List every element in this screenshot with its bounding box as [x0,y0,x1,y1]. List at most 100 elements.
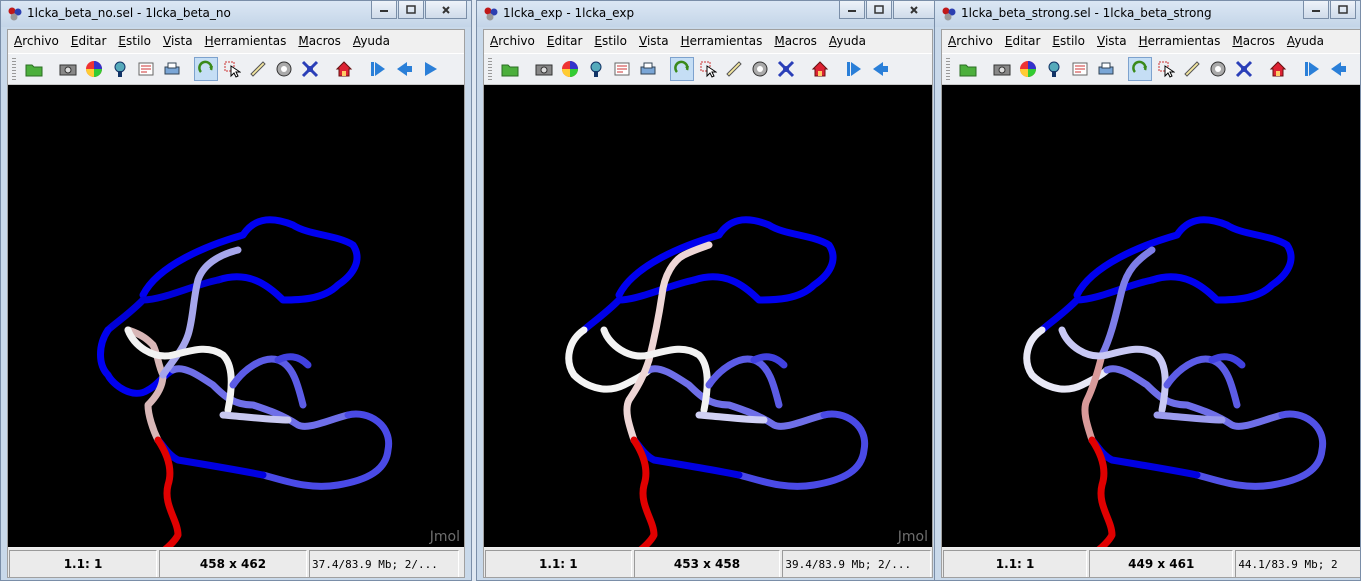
jmol-window-1: 1lcka_beta_no.sel - 1lcka_beta_no Archiv… [0,0,472,581]
menu-archivo[interactable]: Archivo [484,34,541,48]
jmol-watermark: Jmol [429,529,460,545]
menu-editar[interactable]: Editar [999,34,1047,48]
menu-editar[interactable]: Editar [65,34,113,48]
menu-bar: Archivo Editar Estilo Vista Herramientas… [8,30,464,52]
close-button[interactable] [425,1,467,19]
select-pointer-icon[interactable] [1154,57,1178,81]
protein-ribbon-render[interactable] [484,85,933,547]
toolbar [8,53,464,85]
minimize-button[interactable] [1303,1,1329,19]
menu-herramientas[interactable]: Herramientas [199,34,293,48]
rotate-icon[interactable] [194,57,218,81]
ruler-icon[interactable] [722,57,746,81]
jmol-app-icon [8,7,22,21]
jmol-window-2: 1lcka_exp - 1lcka_exp Archivo Editar Est… [476,0,940,581]
maximize-button[interactable] [398,1,424,19]
menu-macros[interactable]: Macros [1226,34,1281,48]
menu-estilo[interactable]: Estilo [588,34,633,48]
script-editor-icon[interactable] [134,57,158,81]
rotate-icon[interactable] [1128,57,1152,81]
rotate-icon[interactable] [670,57,694,81]
title-bar[interactable]: 1lcka_beta_no.sel - 1lcka_beta_no [1,1,471,27]
help-icon[interactable] [584,57,608,81]
script-editor-icon[interactable] [1068,57,1092,81]
print-icon[interactable] [160,57,184,81]
play-icon[interactable] [418,57,442,81]
molecule-viewer[interactable]: Jmol [484,85,932,547]
pick-center-icon[interactable] [1232,57,1256,81]
color-wheel-icon[interactable] [1016,57,1040,81]
menu-macros[interactable]: Macros [292,34,347,48]
menu-archivo[interactable]: Archivo [942,34,999,48]
first-frame-icon[interactable] [366,57,390,81]
window-title: 1lcka_beta_strong.sel - 1lcka_beta_stron… [961,6,1212,20]
home-icon[interactable] [332,57,356,81]
ruler-icon[interactable] [1180,57,1204,81]
title-bar[interactable]: 1lcka_exp - 1lcka_exp [477,1,939,27]
script-editor-icon[interactable] [610,57,634,81]
camera-icon[interactable] [990,57,1014,81]
spin-icon[interactable] [748,57,772,81]
previous-frame-icon[interactable] [868,57,892,81]
color-wheel-icon[interactable] [82,57,106,81]
toolbar-grip[interactable] [12,58,16,80]
frame-indicator: 1.1: 1 [9,550,157,577]
help-icon[interactable] [1042,57,1066,81]
menu-ayuda[interactable]: Ayuda [1281,34,1330,48]
pick-center-icon[interactable] [774,57,798,81]
menu-vista[interactable]: Vista [1091,34,1133,48]
open-folder-icon[interactable] [22,57,46,81]
molecule-viewer[interactable]: Jmol [8,85,464,547]
menu-archivo[interactable]: Archivo [8,34,65,48]
previous-frame-icon[interactable] [1326,57,1350,81]
print-icon[interactable] [636,57,660,81]
menu-editar[interactable]: Editar [541,34,589,48]
first-frame-icon[interactable] [1300,57,1324,81]
protein-ribbon-render[interactable] [8,85,465,547]
menu-bar: Archivo Editar Estilo Vista Herramientas… [484,30,932,52]
viewer-size: 449 x 461 [1089,550,1234,577]
title-bar[interactable]: 1lcka_beta_strong.sel - 1lcka_beta_stron… [935,1,1360,27]
molecule-viewer[interactable] [942,85,1361,547]
home-icon[interactable] [1266,57,1290,81]
print-icon[interactable] [1094,57,1118,81]
color-wheel-icon[interactable] [558,57,582,81]
ruler-icon[interactable] [246,57,270,81]
minimize-button[interactable] [371,1,397,19]
menu-herramientas[interactable]: Herramientas [1133,34,1227,48]
select-pointer-icon[interactable] [696,57,720,81]
camera-icon[interactable] [56,57,80,81]
select-pointer-icon[interactable] [220,57,244,81]
menu-ayuda[interactable]: Ayuda [823,34,872,48]
previous-frame-icon[interactable] [392,57,416,81]
memory-usage: 39.4/83.9 Mb; 2/... [782,550,932,577]
maximize-button[interactable] [866,1,892,19]
menu-vista[interactable]: Vista [157,34,199,48]
home-icon[interactable] [808,57,832,81]
close-button[interactable] [893,1,935,19]
menu-macros[interactable]: Macros [768,34,823,48]
jmol-watermark: Jmol [897,529,928,545]
minimize-button[interactable] [839,1,865,19]
help-icon[interactable] [108,57,132,81]
spin-icon[interactable] [272,57,296,81]
status-bar: 1.1: 1 453 x 458 39.4/83.9 Mb; 2/... [484,548,932,577]
protein-ribbon-render[interactable] [942,85,1361,547]
first-frame-icon[interactable] [842,57,866,81]
maximize-button[interactable] [1330,1,1356,19]
status-bar: 1.1: 1 458 x 462 37.4/83.9 Mb; 2/... [8,548,464,577]
viewer-size: 453 x 458 [633,550,781,577]
toolbar-grip[interactable] [488,58,492,80]
spin-icon[interactable] [1206,57,1230,81]
jmol-app-icon [484,7,498,21]
camera-icon[interactable] [532,57,556,81]
menu-vista[interactable]: Vista [633,34,675,48]
open-folder-icon[interactable] [498,57,522,81]
open-folder-icon[interactable] [956,57,980,81]
menu-estilo[interactable]: Estilo [1046,34,1091,48]
menu-estilo[interactable]: Estilo [112,34,157,48]
menu-ayuda[interactable]: Ayuda [347,34,396,48]
toolbar-grip[interactable] [946,58,950,80]
menu-herramientas[interactable]: Herramientas [675,34,769,48]
pick-center-icon[interactable] [298,57,322,81]
